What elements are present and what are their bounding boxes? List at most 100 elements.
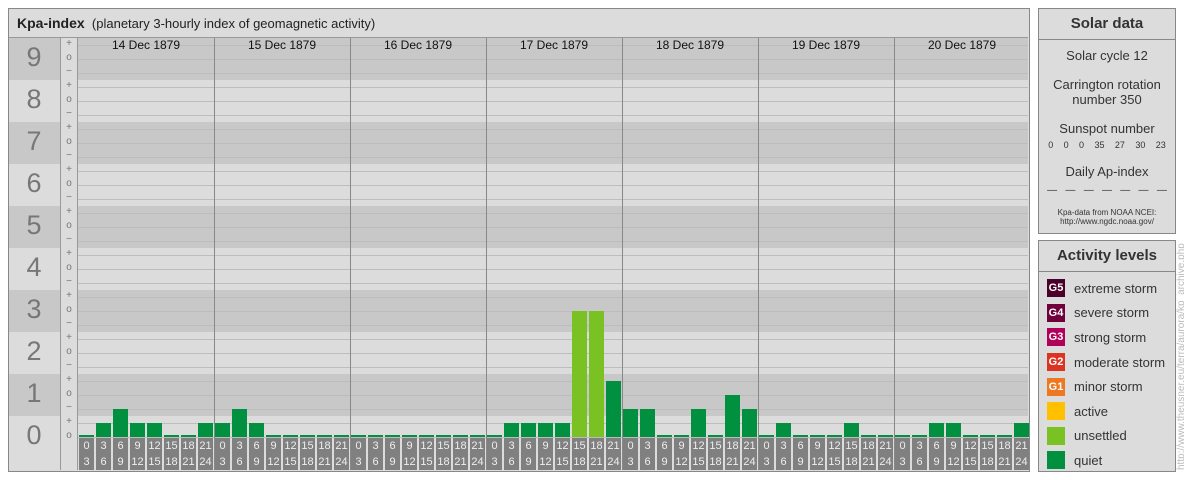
level-swatch-icon: G5 — [1047, 279, 1065, 298]
interval-label: 9 12 — [946, 438, 961, 470]
interval-label: 69 — [521, 438, 536, 470]
day-divider — [758, 38, 759, 470]
gridline — [78, 129, 1028, 130]
minor-tick-label: − — [66, 234, 72, 245]
interval-label: 15 18 — [436, 438, 451, 470]
kp-tick-label: 8 — [26, 84, 42, 114]
interval-label: 18 21 — [453, 438, 468, 470]
minor-tick-label: + — [66, 332, 72, 343]
interval-label: 03 — [895, 438, 910, 470]
minor-tick-label: + — [66, 80, 72, 91]
kp-bar — [963, 435, 978, 437]
activity-level-item: active — [1039, 399, 1175, 424]
kp-bar — [487, 435, 502, 437]
kp-bar — [198, 423, 213, 437]
sunspot-value: 27 — [1114, 140, 1125, 150]
level-swatch-icon — [1047, 426, 1065, 445]
gridline — [78, 325, 1028, 326]
interval-label: 9 12 — [402, 438, 417, 470]
level-label: strong storm — [1074, 329, 1147, 345]
interval-label: 36 — [96, 438, 111, 470]
kp-bar — [691, 408, 706, 437]
kp-bar — [436, 435, 451, 437]
kp-bar — [759, 435, 774, 437]
sunspot-value: 23 — [1155, 140, 1166, 150]
minor-tick-label: − — [66, 66, 72, 77]
kp-bar — [878, 435, 893, 437]
gridline — [78, 73, 1028, 74]
interval-label: 36 — [640, 438, 655, 470]
gridline — [78, 213, 1028, 214]
ap-value: — — [1083, 185, 1094, 196]
minor-tick-label: + — [66, 248, 72, 259]
activity-level-item: quiet — [1039, 448, 1175, 473]
minor-tick-label: o — [66, 178, 72, 189]
minor-tick-label: + — [66, 164, 72, 175]
kp-tick-label: 0 — [26, 420, 42, 450]
interval-label: 15 18 — [300, 438, 315, 470]
level-label: minor storm — [1074, 379, 1143, 395]
day-label: 18 Dec 1879 — [655, 38, 725, 52]
interval-label: 18 21 — [181, 438, 196, 470]
interval-label: 69 — [793, 438, 808, 470]
interval-label: 15 18 — [708, 438, 723, 470]
kp-bar — [640, 408, 655, 437]
sunspot-value: 0 — [1063, 140, 1069, 150]
interval-label: 03 — [759, 438, 774, 470]
sunspot-value: 30 — [1135, 140, 1146, 150]
activity-levels-panel: Activity levels G5 extreme storm G4 severe … — [1038, 240, 1176, 472]
kp-bar — [657, 435, 672, 437]
solar-cycle: Solar cycle 12 — [1066, 48, 1148, 63]
minor-tick-label: + — [66, 206, 72, 217]
ap-value: — — [1101, 185, 1112, 196]
kp-bar — [266, 435, 281, 437]
gridline — [78, 311, 1028, 312]
gridline — [78, 283, 1028, 284]
kp-bar — [334, 435, 349, 437]
day-divider — [622, 38, 623, 470]
level-label: moderate storm — [1074, 354, 1166, 370]
interval-label: 12 15 — [147, 438, 162, 470]
day-label: 14 Dec 1879 — [111, 38, 181, 52]
interval-label: 18 21 — [317, 438, 332, 470]
kp-bar — [521, 423, 536, 437]
kp-bar — [929, 423, 944, 437]
kp-bar — [980, 435, 995, 437]
minor-tick-label: + — [66, 416, 72, 427]
ap-values: — — — — — — — — [1043, 185, 1171, 196]
interval-label: 36 — [504, 438, 519, 470]
interval-label: 36 — [368, 438, 383, 470]
interval-label: 18 21 — [861, 438, 876, 470]
carrington-line2: number 350 — [1072, 92, 1142, 107]
kp-bar — [776, 423, 791, 437]
level-swatch-icon: G1 — [1047, 377, 1065, 396]
kp-bar — [538, 423, 553, 437]
axis-divider — [60, 38, 61, 470]
minor-tick-label: − — [66, 150, 72, 161]
level-label: severe storm — [1074, 305, 1150, 321]
kp-bar — [742, 408, 757, 437]
kp-bar — [249, 423, 264, 437]
kp-tick-label: 1 — [26, 378, 42, 408]
level-label: extreme storm — [1074, 280, 1158, 296]
interval-label: 69 — [929, 438, 944, 470]
interval-label: 18 21 — [725, 438, 740, 470]
day-divider — [486, 38, 487, 470]
day-divider — [350, 38, 351, 470]
level-swatch-icon: G4 — [1047, 303, 1065, 322]
day-label: 17 Dec 1879 — [519, 38, 589, 52]
kp-bar — [912, 435, 927, 437]
gridline — [78, 157, 1028, 158]
interval-label: 15 18 — [844, 438, 859, 470]
kp-bar — [147, 423, 162, 437]
kp-bar — [827, 435, 842, 437]
kp-bar — [793, 435, 808, 437]
kp-bar — [674, 435, 689, 437]
ap-value: — — [1120, 185, 1131, 196]
source-link[interactable]: http://www.ngdc.noaa.gov/ — [1039, 217, 1175, 226]
day-label: 15 Dec 1879 — [247, 38, 317, 52]
interval-label: 15 18 — [572, 438, 587, 470]
level-swatch-icon: G3 — [1047, 328, 1065, 347]
gridline — [78, 339, 1028, 340]
activity-level-item: unsettled — [1039, 424, 1175, 449]
